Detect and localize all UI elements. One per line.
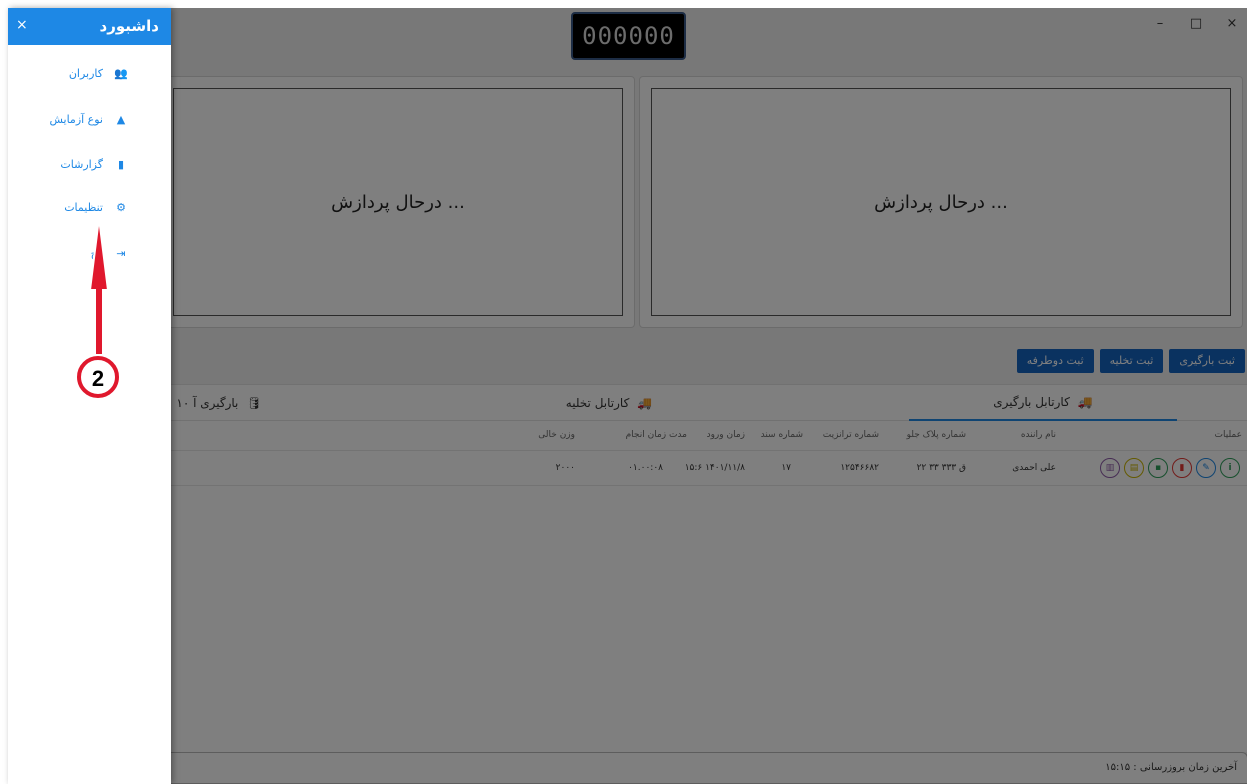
menu-item-settings[interactable]: تنظیمات ⚙ [64,201,129,214]
file-icon: ▮ [117,158,125,171]
menu-item-users[interactable]: کاربران 👥 [69,67,129,80]
menu-item-reports[interactable]: گزارشات ▮ [60,158,129,171]
menu-item-test-type[interactable]: نوع آزمایش ▲ [49,113,129,126]
modal-overlay[interactable] [9,8,1247,784]
menu-item-label: نوع آزمایش [49,113,103,126]
menu-item-label: گزارشات [60,158,103,171]
gear-icon: ⚙ [116,201,126,214]
menu-item-label: کاربران [68,67,103,80]
side-drawer: × داشبورد کاربران 👥 نوع آزمایش ▲ گزارشات… [8,8,171,784]
drawer-header: × داشبورد [8,8,171,45]
flask-icon: ▲ [116,113,126,126]
exit-icon: ⇥ [116,247,126,260]
drawer-title: داشبورد [99,17,159,35]
users-icon: 👥 [114,67,128,80]
app-window: 000000 – □ × درحال پردازش ... درحال پردا… [8,8,1247,784]
menu-item-label: تنظیمات [64,201,103,214]
menu-item-label: وج [90,247,103,260]
menu-item-exit[interactable]: وج ⇥ [91,247,129,260]
close-icon[interactable]: × [16,17,28,33]
